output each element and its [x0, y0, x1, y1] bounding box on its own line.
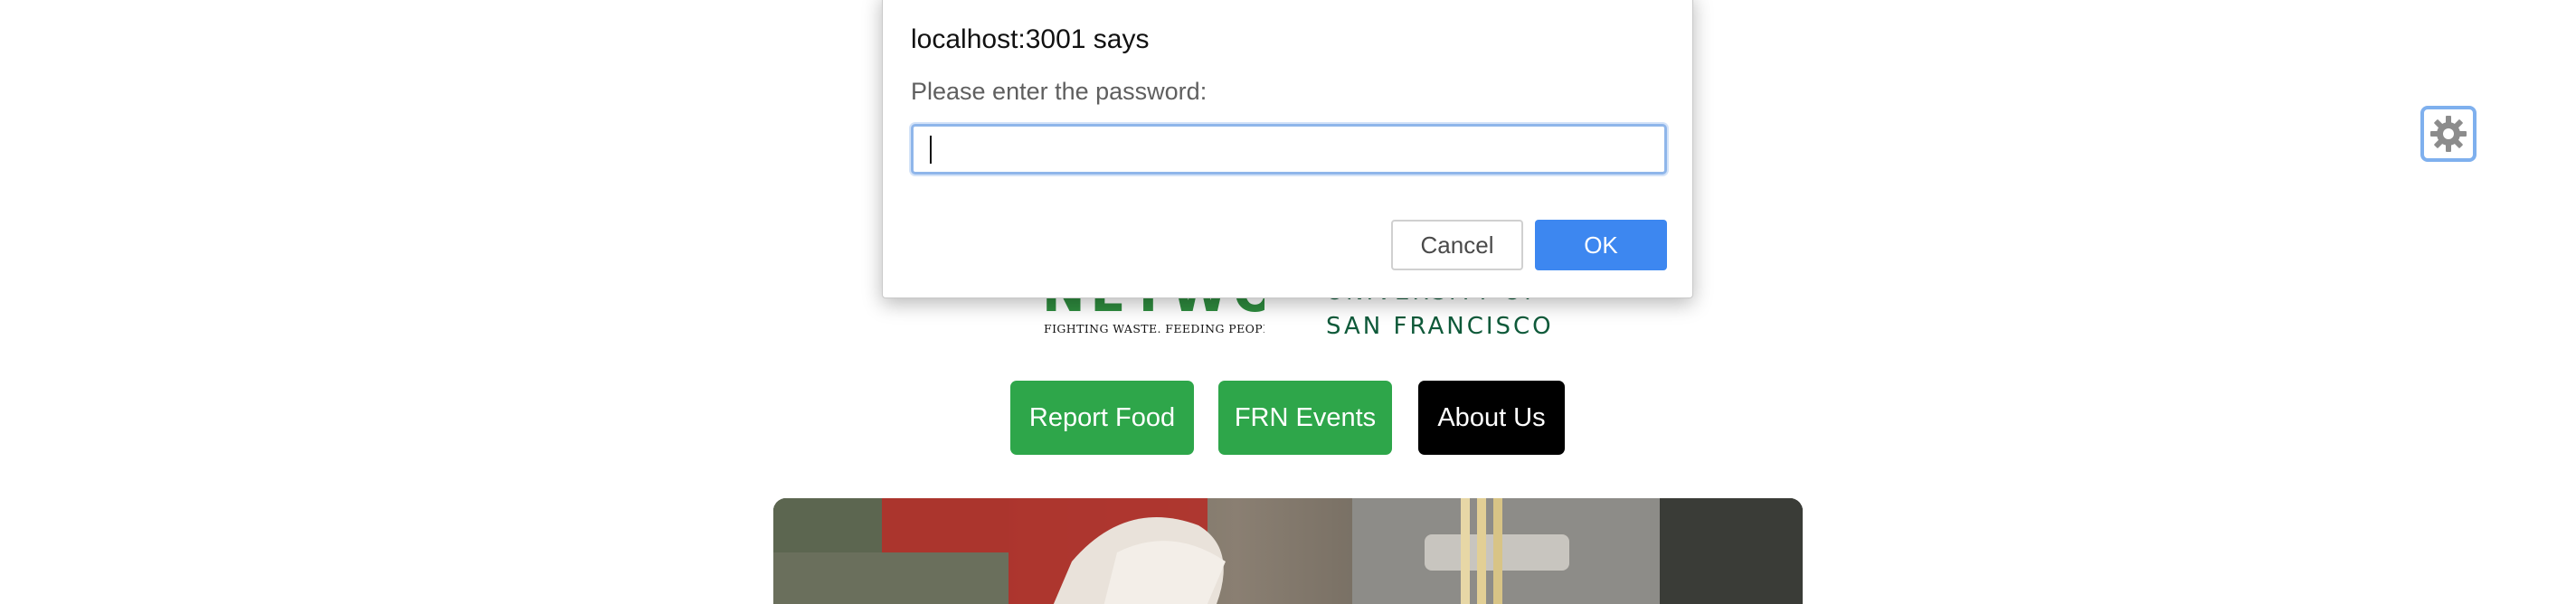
settings-button[interactable]	[2420, 106, 2477, 162]
frn-events-button[interactable]: FRN Events	[1218, 381, 1392, 455]
gear-icon	[2430, 116, 2467, 152]
text-caret	[930, 136, 932, 164]
password-prompt-dialog: localhost:3001 says Please enter the pas…	[882, 0, 1693, 298]
dialog-message: Please enter the password:	[911, 78, 1208, 105]
password-input[interactable]	[911, 124, 1667, 175]
frn-logo-tagline: FIGHTING WASTE. FEEDING PEOPLE.	[1044, 322, 1264, 335]
ok-button[interactable]: OK	[1535, 220, 1667, 270]
page: NETWORK FIGHTING WASTE. FEEDING PEOPLE. …	[0, 0, 2576, 604]
cancel-button[interactable]: Cancel	[1391, 220, 1523, 270]
hero-image	[773, 498, 1803, 604]
usf-logo-line2: SAN FRANCISCO	[1326, 313, 1554, 340]
report-food-button[interactable]: Report Food	[1010, 381, 1194, 455]
about-us-button[interactable]: About Us	[1418, 381, 1565, 455]
hero-photo-illustration	[773, 498, 1803, 604]
dialog-title: localhost:3001 says	[911, 24, 1150, 54]
